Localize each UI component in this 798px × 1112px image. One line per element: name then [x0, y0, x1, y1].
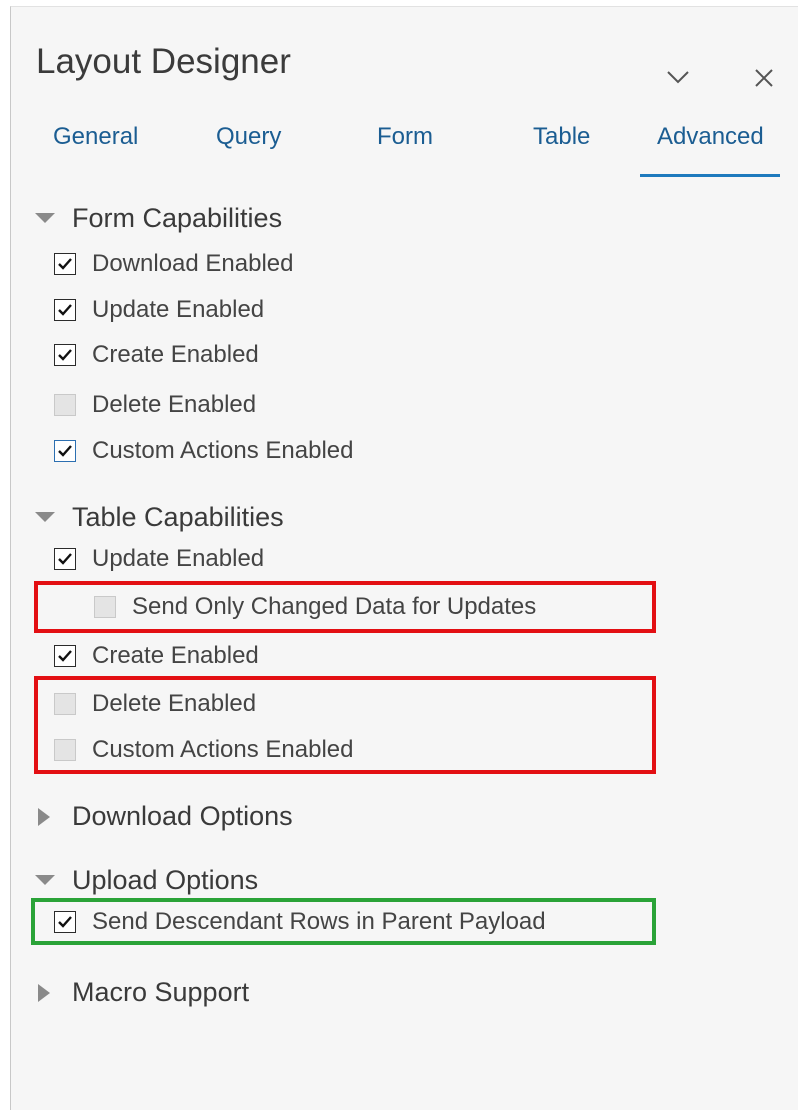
collapse-pane-button[interactable] — [662, 62, 694, 94]
tab-bar: General Query Form Table Advanced — [30, 120, 790, 177]
option-label: Update Enabled — [92, 296, 265, 323]
tab-advanced[interactable]: Advanced — [640, 120, 780, 177]
tab-general[interactable]: General — [53, 120, 138, 168]
checkbox-checked[interactable] — [54, 253, 76, 275]
section-label: Upload Options — [72, 865, 259, 895]
section-label: Form Capabilities — [72, 203, 283, 233]
pane-title: Layout Designer — [36, 42, 291, 81]
checkbox-checked[interactable] — [54, 645, 76, 667]
option-label: Custom Actions Enabled — [92, 736, 354, 763]
checkbox-checked[interactable] — [54, 548, 76, 570]
tab-table[interactable]: Table — [533, 120, 590, 168]
option-label: Update Enabled — [92, 545, 265, 572]
option-label: Send Only Changed Data for Updates — [132, 593, 537, 620]
checkbox-checked[interactable] — [54, 440, 76, 462]
caret-down-icon — [34, 509, 56, 527]
caret-right-icon — [34, 984, 56, 1002]
tab-form[interactable]: Form — [377, 120, 433, 168]
checkbox-disabled[interactable] — [94, 596, 116, 618]
checkbox-checked[interactable] — [54, 911, 76, 933]
option-label: Send Descendant Rows in Parent Payload — [92, 908, 546, 935]
tab-query[interactable]: Query — [216, 120, 281, 168]
checkbox-checked[interactable] — [54, 299, 76, 321]
close-pane-button[interactable] — [748, 62, 780, 94]
section-label: Macro Support — [72, 977, 250, 1007]
caret-right-icon — [34, 808, 56, 826]
checkbox-disabled[interactable] — [54, 693, 76, 715]
caret-down-icon — [34, 210, 56, 228]
option-label: Download Enabled — [92, 250, 294, 277]
option-label: Delete Enabled — [92, 690, 257, 717]
section-label: Table Capabilities — [72, 502, 284, 532]
close-icon — [748, 62, 780, 94]
checkbox-checked[interactable] — [54, 344, 76, 366]
option-label: Delete Enabled — [92, 391, 257, 418]
option-label: Custom Actions Enabled — [92, 437, 354, 464]
option-label: Create Enabled — [92, 642, 259, 669]
section-label: Download Options — [72, 801, 293, 831]
option-label: Create Enabled — [92, 341, 259, 368]
chevron-down-icon — [662, 62, 694, 94]
caret-down-icon — [34, 872, 56, 890]
checkbox-disabled[interactable] — [54, 739, 76, 761]
checkbox-disabled[interactable] — [54, 394, 76, 416]
